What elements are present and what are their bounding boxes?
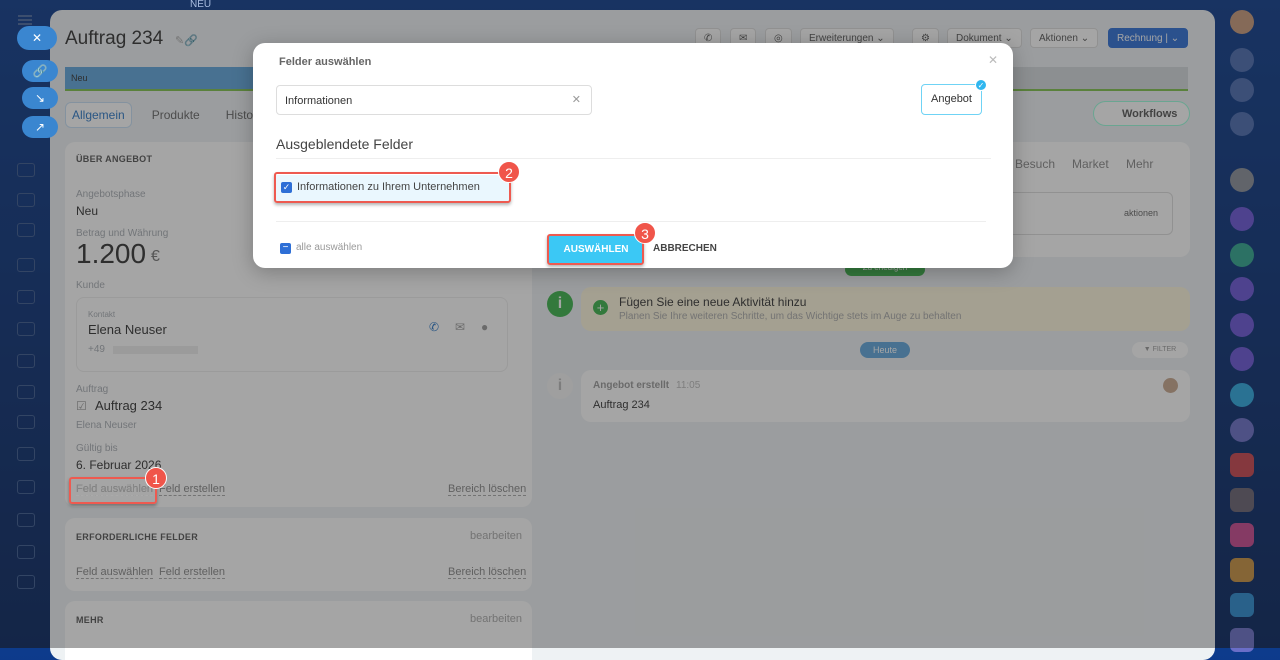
select-all-label[interactable]: alle auswählen [296,242,362,253]
highlight-box [274,172,511,203]
search-value: Informationen [285,95,353,107]
close-slider-button[interactable]: ✕ [17,26,57,50]
entity-chip-angebot[interactable]: Angebot [921,84,982,115]
top-label: NEU [190,0,212,10]
dialog-title: Felder auswählen [279,56,372,68]
clear-icon[interactable]: ✕ [572,93,581,106]
entity-chip-label: Angebot [931,93,972,105]
cancel-button[interactable]: ABBRECHEN [653,243,717,254]
annotation-badge-3: 3 [634,222,656,244]
search-input[interactable]: Informationen ✕ [276,85,592,115]
close-icon[interactable]: ✕ [988,53,998,67]
check-icon: ✓ [975,79,987,91]
divider [276,221,986,222]
annotation-badge-1: 1 [145,467,167,489]
select-all-checkbox[interactable]: − [280,243,291,254]
annotation-badge-2: 2 [498,161,520,183]
section-title: Ausgeblendete Felder [276,136,413,152]
highlight-box [547,234,644,265]
highlighted-select-field-link[interactable]: Feld auswählen [76,483,154,496]
open-new-window-button[interactable]: ↗ [22,116,58,138]
divider [276,158,991,159]
minimize-button[interactable]: ↘ [22,87,58,109]
copy-link-button[interactable]: 🔗 [22,60,58,82]
